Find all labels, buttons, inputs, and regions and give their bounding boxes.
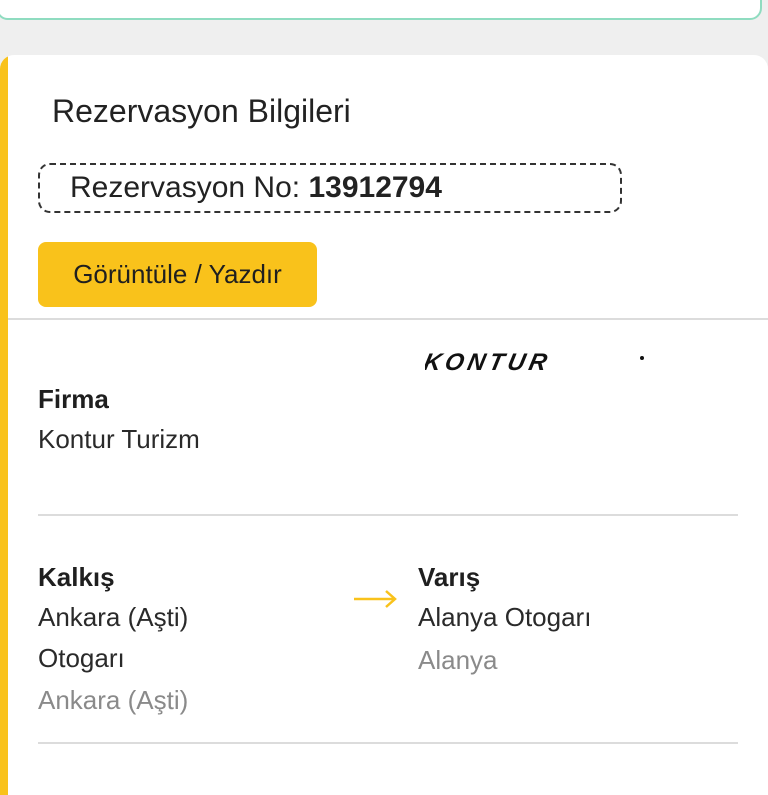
company-label: Firma: [38, 384, 109, 414]
departure-city: Ankara (Aşti): [38, 685, 189, 715]
arrow-right-icon: [354, 590, 397, 608]
kontur-logo-text: KONTUR: [425, 349, 553, 376]
kontur-logo: KONTUR: [425, 349, 644, 376]
card-accent-bar: [0, 55, 8, 795]
reservation-number-box: Rezervasyon No: 13912794: [38, 163, 622, 213]
section-divider: [8, 318, 768, 320]
company-name: Kontur Turizm: [38, 424, 200, 454]
reservation-number-label: Rezervasyon No:: [70, 171, 301, 204]
previous-card: [0, 0, 762, 20]
view-print-button[interactable]: Görüntüle / Yazdır: [38, 242, 317, 307]
reservation-number-value: 13912794: [308, 171, 442, 204]
arrival-city: Alanya: [418, 645, 498, 675]
departure-label: Kalkış: [38, 562, 115, 592]
departure-station-line1: Ankara (Aşti): [38, 602, 189, 632]
arrival-station: Alanya Otogarı: [418, 602, 592, 632]
departure-station-line2: Otogarı: [38, 643, 125, 673]
arrival-label: Varış: [418, 562, 481, 592]
route-divider: [38, 742, 738, 744]
company-divider: [38, 514, 738, 516]
reservation-title: Rezervasyon Bilgileri: [52, 93, 351, 129]
